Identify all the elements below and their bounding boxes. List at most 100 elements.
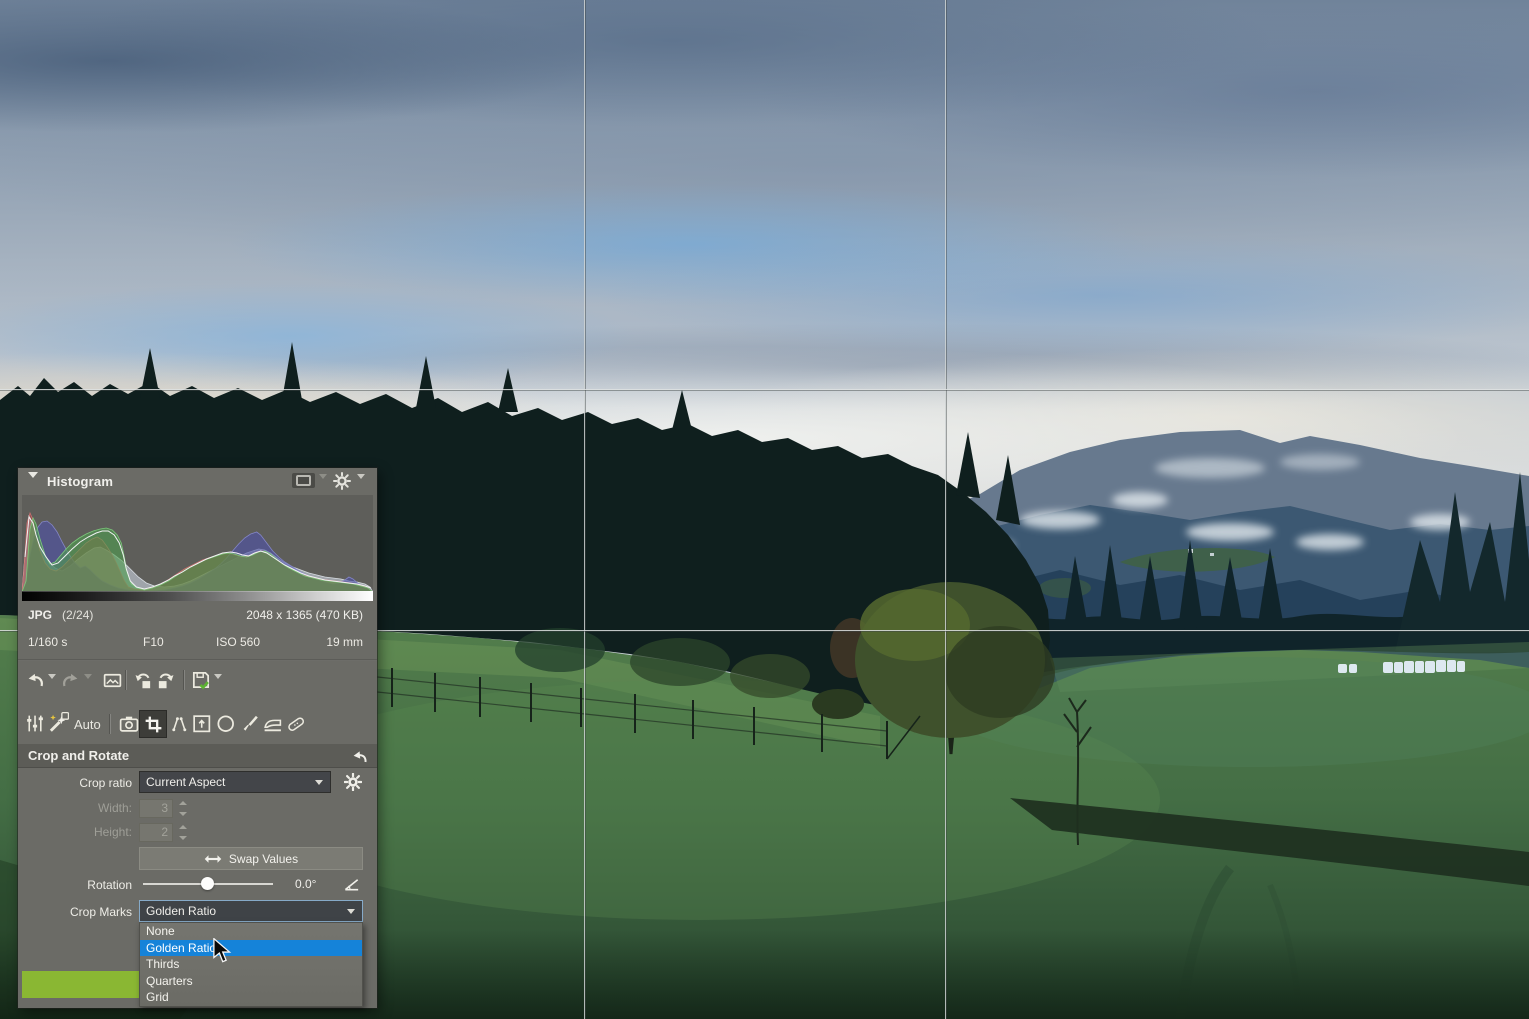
menu-item-thirds[interactable]: Thirds xyxy=(140,956,362,973)
menu-item-golden-ratio[interactable]: Golden Ratio xyxy=(140,940,362,957)
rotate-left-icon xyxy=(132,669,154,691)
exif-row: 1/160 s F10 ISO 560 19 mm xyxy=(28,635,363,651)
deform-tool[interactable] xyxy=(190,712,212,734)
divider xyxy=(18,659,377,661)
swap-arrows-icon xyxy=(204,852,222,866)
vignette-tool[interactable] xyxy=(214,712,236,734)
file-index: (2/24) xyxy=(62,608,93,622)
histogram-collapse-icon[interactable] xyxy=(28,478,38,492)
file-dimensions: 2048 x 1365 (470 KB) xyxy=(246,608,363,622)
mouse-cursor xyxy=(211,938,235,964)
crop-section-header: Crop and Rotate xyxy=(18,744,377,768)
crop-guide-vertical-2 xyxy=(945,0,946,1019)
exif-shutter: 1/160 s xyxy=(28,635,67,649)
app-window: Histogram xyxy=(0,0,1529,1019)
rotate-right-button[interactable] xyxy=(155,669,177,691)
frame-arrow-icon xyxy=(191,713,212,734)
overlay-icon xyxy=(296,475,311,486)
exif-aperture: F10 xyxy=(143,635,164,649)
width-stepper[interactable] xyxy=(178,799,187,818)
reset-arrow-icon xyxy=(349,746,369,766)
redo-button[interactable] xyxy=(60,669,82,691)
height-stepper[interactable] xyxy=(178,823,187,842)
toolbar-separator xyxy=(126,670,127,690)
ellipse-icon xyxy=(215,713,236,734)
rotation-slider-thumb[interactable] xyxy=(201,877,214,890)
save-icon xyxy=(190,669,212,691)
stepper-down-icon xyxy=(179,836,187,840)
rotation-label: Rotation xyxy=(18,878,132,892)
show-original-button[interactable] xyxy=(101,669,123,691)
camera-icon xyxy=(118,713,139,734)
crop-marks-label: Crop Marks xyxy=(18,905,132,919)
histogram-settings-button[interactable] xyxy=(333,472,351,493)
width-input[interactable]: 3 xyxy=(139,799,173,818)
crop-tool-active[interactable] xyxy=(139,710,167,738)
swap-values-button[interactable]: Swap Values xyxy=(139,847,363,870)
histogram-crop-panel: Histogram xyxy=(18,468,377,1008)
crop-guide-horizontal-1 xyxy=(0,389,1529,390)
stepper-down-icon xyxy=(179,812,187,816)
histogram-green xyxy=(22,518,373,592)
undo-button[interactable] xyxy=(24,669,46,691)
exif-focal-length: 19 mm xyxy=(326,635,363,649)
tonal-gradient-strip xyxy=(22,591,373,601)
rotation-value: 0.0° xyxy=(295,877,316,891)
crop-ratio-value: Current Aspect xyxy=(146,775,225,789)
straighten-tool[interactable] xyxy=(167,712,189,734)
crop-section-title: Crop and Rotate xyxy=(28,748,129,763)
straighten-lines-icon xyxy=(168,713,189,734)
color-swatch-green xyxy=(22,971,140,998)
toolbar-separator xyxy=(184,670,185,690)
clone-iron-tool[interactable] xyxy=(261,712,283,734)
crop-marks-menu: None Golden Ratio Thirds Quarters Grid xyxy=(139,922,363,1007)
file-format: JPG xyxy=(28,608,52,622)
gear-icon xyxy=(344,773,362,791)
save-button[interactable] xyxy=(190,669,212,691)
histogram-overlay-button[interactable] xyxy=(292,473,315,488)
crop-marks-select[interactable]: Golden Ratio xyxy=(139,900,363,922)
crop-guide-vertical-1 xyxy=(584,0,585,1019)
file-info-row: JPG (2/24) 2048 x 1365 (470 KB) xyxy=(28,608,363,624)
undo-icon xyxy=(24,669,46,691)
auto-label[interactable]: Auto xyxy=(74,717,101,732)
toolbar-separator xyxy=(110,714,111,734)
menu-item-grid[interactable]: Grid xyxy=(140,989,362,1006)
gear-icon xyxy=(333,472,351,490)
quick-edits-tool[interactable] xyxy=(23,712,45,734)
sliders-icon xyxy=(24,713,45,734)
camera-tool[interactable] xyxy=(117,712,139,734)
crop-icon xyxy=(143,714,164,735)
save-dropdown-caret[interactable] xyxy=(214,679,222,693)
auto-enhance-tool[interactable] xyxy=(47,711,69,733)
width-label: Width: xyxy=(18,801,132,815)
overlay-dropdown-caret[interactable] xyxy=(319,479,327,493)
menu-item-none[interactable]: None xyxy=(140,923,362,940)
crop-marks-value: Golden Ratio xyxy=(146,904,216,918)
histogram-plot xyxy=(22,495,373,601)
magic-wand-icon xyxy=(47,711,69,734)
brush-tool[interactable] xyxy=(238,712,260,734)
crop-ratio-settings-button[interactable] xyxy=(344,773,362,794)
menu-item-quarters[interactable]: Quarters xyxy=(140,973,362,990)
stepper-up-icon xyxy=(179,825,187,829)
angle-level-icon xyxy=(342,874,361,893)
image-icon xyxy=(102,670,123,691)
swap-values-label: Swap Values xyxy=(229,852,298,866)
brush-icon xyxy=(239,713,260,734)
crop-ratio-label: Crop ratio xyxy=(18,776,132,790)
stepper-up-icon xyxy=(179,801,187,805)
chevron-down-icon xyxy=(315,780,323,785)
healing-tool[interactable] xyxy=(285,712,307,734)
rotate-left-button[interactable] xyxy=(132,669,154,691)
histogram-title: Histogram xyxy=(47,474,113,489)
height-input[interactable]: 2 xyxy=(139,823,173,842)
set-angle-button[interactable] xyxy=(342,874,361,896)
undo-dropdown-caret[interactable] xyxy=(48,679,56,693)
redo-dropdown-caret[interactable] xyxy=(84,679,92,693)
settings-dropdown-caret[interactable] xyxy=(357,479,365,493)
iron-icon xyxy=(262,713,283,734)
crop-ratio-select[interactable]: Current Aspect xyxy=(139,771,331,793)
reset-crop-button[interactable] xyxy=(349,746,369,766)
redo-icon xyxy=(60,669,82,691)
